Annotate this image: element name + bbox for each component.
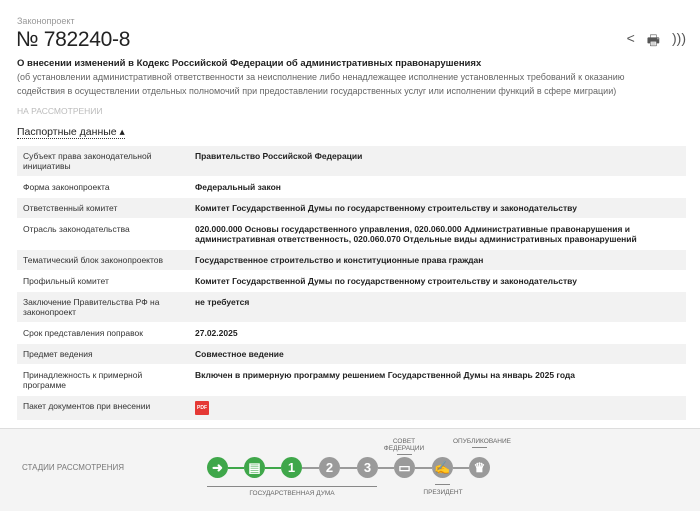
stage-step-7[interactable]: ✍: [432, 457, 453, 478]
table-row: Форма законопроекта Федеральный закон: [17, 176, 686, 198]
row-value: Комитет Государственной Думы по государс…: [189, 197, 686, 219]
row-value: Включен в примерную программу решением Г…: [189, 364, 686, 396]
table-row: Отрасль законодательства 020.000.000 Осно…: [17, 218, 686, 250]
stage-connector: [265, 467, 281, 469]
row-label: Предмет ведения: [17, 343, 189, 365]
table-row: Предмет ведения Совместное ведение: [17, 343, 686, 365]
president-label: ПРЕЗИДЕНТ: [423, 489, 463, 496]
stage-connector: [340, 467, 357, 469]
stage-connector: [302, 467, 319, 469]
stage-step-3[interactable]: 1: [281, 457, 302, 478]
table-row: Профильный комитет Комитет Государственно…: [17, 270, 686, 292]
row-label: Тематический блок законопроектов: [17, 249, 189, 271]
bill-number: № 782240-8: [16, 28, 131, 51]
row-value: Государственное строительство и конститу…: [189, 249, 686, 271]
row-label: Отрасль законодательства: [17, 218, 189, 250]
table-row: Срок представления поправок 27.02.2025: [17, 322, 686, 344]
stages-title: СТАДИИ РАССМОТРЕНИЯ: [22, 463, 125, 472]
passport-toggle[interactable]: Паспортные данные ▴: [17, 126, 125, 139]
row-label: Заключение Правительства РФ на законопро…: [17, 291, 189, 323]
bill-name: О внесении изменений в Кодекс Российской…: [17, 58, 482, 69]
council-bracket: [397, 454, 412, 455]
stage-step-5[interactable]: 3: [357, 457, 378, 478]
stage-connector: [415, 467, 432, 469]
row-label: Пакет документов при внесении: [17, 395, 189, 420]
table-row: Ответственный комитет Комитет Государстве…: [17, 197, 686, 219]
table-row: Субъект права законодательной инициативы…: [17, 145, 686, 177]
row-value: Федеральный закон: [189, 176, 686, 198]
table-row: Заключение Правительства РФ на законопро…: [17, 291, 686, 323]
print-icon[interactable]: 🖶: [647, 30, 660, 54]
rss-icon[interactable]: ))): [672, 30, 686, 54]
duma-bracket: [207, 486, 377, 487]
stage-step-4[interactable]: 2: [319, 457, 340, 478]
duma-label: ГОСУДАРСТВЕННАЯ ДУМА: [249, 490, 335, 497]
status-badge: НА РАССМОТРЕНИИ: [17, 106, 103, 116]
row-label: Принадлежность к примерной программе: [17, 364, 189, 396]
row-value: Совместное ведение: [189, 343, 686, 365]
stage-step-2[interactable]: ▤: [244, 457, 265, 478]
council-label: СОВЕТ ФЕДЕРАЦИИ: [383, 438, 425, 452]
bill-description: (об установлении административной ответс…: [17, 72, 625, 96]
stage-connector: [453, 467, 469, 469]
stage-step-6[interactable]: ▭: [394, 457, 415, 478]
stage-step-1[interactable]: ➜: [207, 457, 228, 478]
publication-bracket: [472, 447, 487, 448]
stage-connector: [378, 467, 394, 469]
table-row: Тематический блок законопроектов Государс…: [17, 249, 686, 271]
row-label: Форма законопроекта: [17, 176, 189, 198]
share-icon[interactable]: <: [627, 30, 635, 54]
stage-connector: [228, 467, 244, 469]
president-bracket: [435, 484, 450, 485]
row-label: Срок представления поправок: [17, 322, 189, 344]
passport-table: Субъект права законодательной инициативы…: [17, 145, 686, 420]
row-value: Комитет Государственной Думы по государс…: [189, 270, 686, 292]
row-label: Профильный комитет: [17, 270, 189, 292]
row-value: 27.02.2025: [189, 322, 686, 344]
table-row: Принадлежность к примерной программе Вклю…: [17, 364, 686, 396]
row-value: 020.000.000 Основы государственного упра…: [189, 218, 686, 250]
pdf-icon[interactable]: PDF: [195, 401, 209, 415]
row-label: Ответственный комитет: [17, 197, 189, 219]
pdf-icon[interactable]: PDF: [189, 395, 686, 420]
row-value: Правительство Российской Федерации: [189, 145, 686, 177]
row-value: не требуется: [189, 291, 686, 323]
row-label: Субъект права законодательной инициативы: [17, 145, 189, 177]
stage-step-8[interactable]: ♛: [469, 457, 490, 478]
table-row: Пакет документов при внесении PDF: [17, 395, 686, 420]
bill-type-label: Законопроект: [17, 16, 75, 26]
publication-label: ОПУБЛИКОВАНИЕ: [453, 438, 511, 445]
